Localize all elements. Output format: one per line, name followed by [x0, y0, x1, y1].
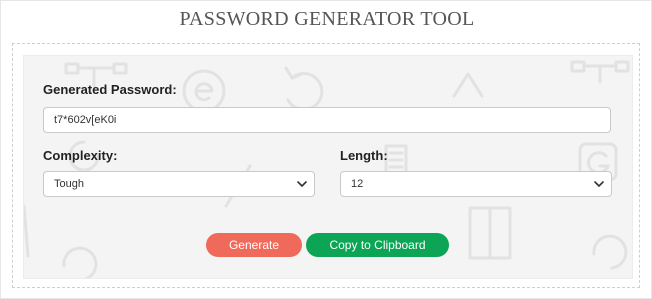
complexity-selected-value: Tough	[54, 178, 84, 190]
length-select[interactable]: 12	[340, 171, 612, 197]
chevron-down-icon	[594, 181, 604, 187]
network-icon	[64, 62, 80, 75]
length-selected-value: 12	[351, 178, 364, 190]
chevron-down-icon	[297, 181, 307, 187]
complexity-label: Complexity:	[43, 148, 118, 163]
page-title: PASSWORD GENERATOR TOOL	[179, 8, 475, 30]
triangle-icon	[452, 72, 484, 98]
password-output-field[interactable]: t7*602v[eK0i	[43, 107, 611, 133]
password-label: Generated Password:	[43, 82, 177, 97]
length-label: Length:	[340, 148, 388, 163]
complexity-select[interactable]: Tough	[43, 171, 315, 197]
generate-button[interactable]: Generate	[206, 233, 302, 257]
wrench-icon	[592, 234, 628, 270]
copy-to-clipboard-button[interactable]: Copy to Clipboard	[306, 233, 449, 257]
page: PASSWORD GENERATOR TOOL Generated Passwo…	[0, 0, 652, 299]
